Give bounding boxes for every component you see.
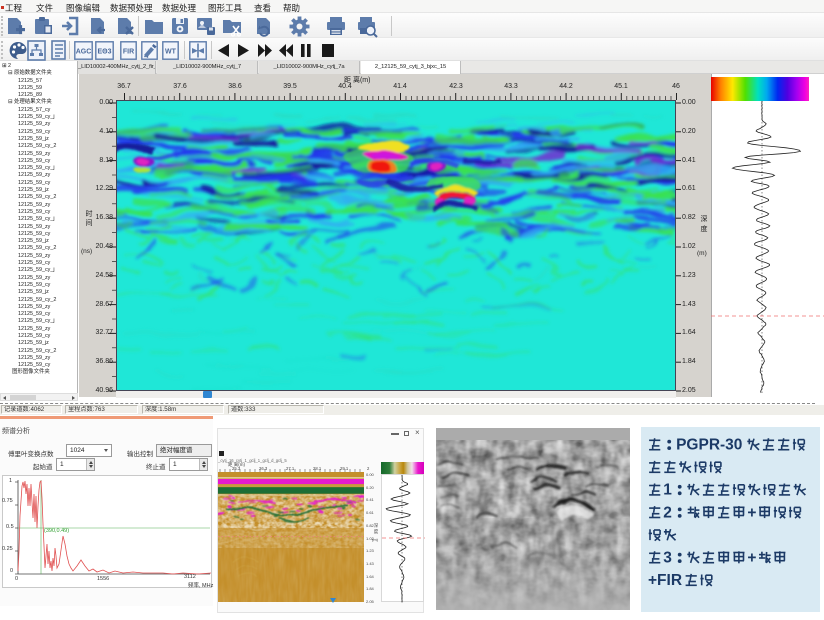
- svg-text:FIR: FIR: [123, 49, 134, 56]
- svg-text:(390,0.49): (390,0.49): [44, 528, 69, 534]
- svg-text:EΘ3: EΘ3: [97, 49, 111, 56]
- svg-text:WT: WT: [165, 49, 177, 56]
- svg-text:PGPR-30: PGPR-30: [676, 437, 742, 454]
- svg-text:+: +: [747, 550, 756, 567]
- svg-text:+: +: [747, 504, 756, 521]
- svg-text:AGC: AGC: [76, 49, 92, 56]
- svg-text:2: 2: [663, 504, 672, 521]
- svg-text:1: 1: [663, 482, 672, 499]
- svg-text:3: 3: [663, 550, 672, 567]
- svg-text:+FIR: +FIR: [648, 572, 682, 589]
